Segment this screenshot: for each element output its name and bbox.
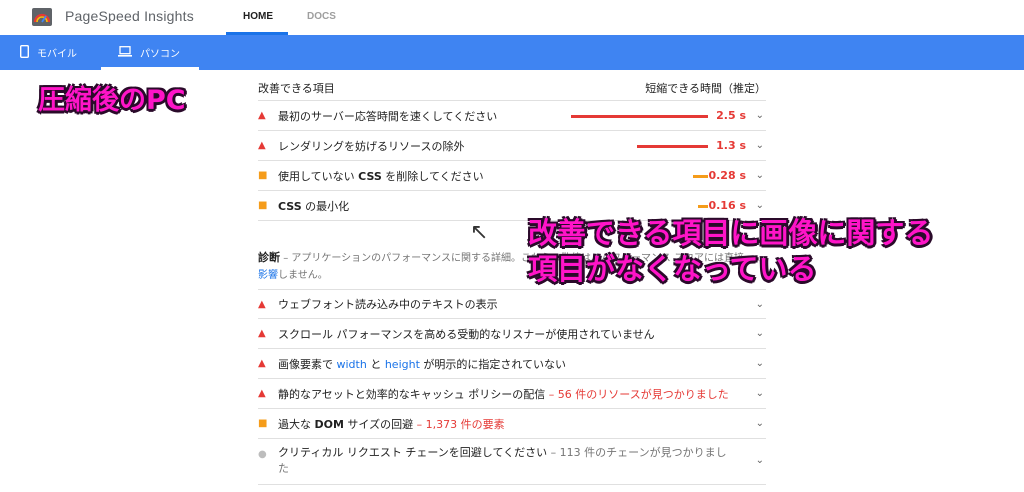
savings-bar <box>693 175 708 178</box>
annotation-arrow: ↖ <box>470 220 489 245</box>
annotation-note: 改善できる項目に画像に関する 項目がなくなっている <box>528 216 934 286</box>
chevron-down-icon[interactable]: ⌄ <box>756 328 764 339</box>
fail-triangle-icon: ▲ <box>258 358 266 369</box>
diagnostics-title: 診断 <box>258 251 280 264</box>
tab-mobile[interactable]: モバイル <box>19 35 77 70</box>
audit-label: 過大な DOM サイズの回避 – 1,373 件の要素 <box>278 417 505 431</box>
chevron-down-icon[interactable]: ⌄ <box>756 418 764 429</box>
impact-link[interactable]: 影響 <box>258 270 278 281</box>
audit-row[interactable]: ■ 過大な DOM サイズの回避 – 1,373 件の要素 ⌄ <box>258 409 766 439</box>
audit-savings: 1.3 s <box>716 139 746 152</box>
audit-label: CSS の最小化 <box>278 199 350 213</box>
audit-label: スクロール パフォーマンスを高める受動的なリスナーが使用されていません <box>278 327 655 341</box>
savings-bar <box>571 115 708 118</box>
chevron-down-icon[interactable]: ⌄ <box>756 200 764 211</box>
chevron-down-icon[interactable]: ⌄ <box>756 358 764 369</box>
nav-tab-home[interactable]: HOME <box>243 11 273 22</box>
average-square-icon: ■ <box>258 418 268 429</box>
audit-savings: 0.16 s <box>708 199 746 212</box>
audit-row[interactable]: ▲ スクロール パフォーマンスを高める受動的なリスナーが使用されていません ⌄ <box>258 319 766 349</box>
laptop-icon <box>118 45 132 60</box>
annotation-title: 圧縮後のPC <box>38 85 186 116</box>
chevron-down-icon[interactable]: ⌄ <box>756 110 764 121</box>
fail-triangle-icon: ▲ <box>258 110 266 121</box>
audit-row[interactable]: ■ 使用していない CSS を削除してください 0.28 s ⌄ <box>258 161 766 191</box>
audit-label: クリティカル リクエスト チェーンを回避してください – 113 件のチェーンが… <box>278 446 727 475</box>
audit-row[interactable]: ● クリティカル リクエスト チェーンを回避してください – 113 件のチェー… <box>258 439 766 485</box>
phone-icon <box>19 44 29 61</box>
fail-triangle-icon: ▲ <box>258 388 266 399</box>
info-circle-icon: ● <box>258 449 267 460</box>
audit-label: ウェブフォント読み込み中のテキストの表示 <box>278 298 498 311</box>
tab-desktop[interactable]: パソコン <box>118 35 180 70</box>
top-bar: PageSpeed Insights HOME DOCS <box>0 0 1024 35</box>
audit-row[interactable]: ▲ ウェブフォント読み込み中のテキストの表示 ⌄ <box>258 289 766 319</box>
chevron-down-icon[interactable]: ⌄ <box>756 388 764 399</box>
audit-row[interactable]: ▲ 画像要素で width と height が明示的に指定されていない ⌄ <box>258 349 766 379</box>
chevron-down-icon[interactable]: ⌄ <box>756 140 764 151</box>
diagnostics-description-end: しません。 <box>278 270 328 281</box>
chevron-down-icon[interactable]: ⌄ <box>756 170 764 181</box>
device-active-indicator <box>101 67 199 70</box>
opportunities-title: 改善できる項目 <box>258 82 335 95</box>
audit-row[interactable]: ▲ レンダリングを妨げるリソースの除外 1.3 s ⌄ <box>258 131 766 161</box>
tab-mobile-label: モバイル <box>37 49 77 60</box>
fail-triangle-icon: ▲ <box>258 298 266 310</box>
audit-savings: 2.5 s <box>716 109 746 122</box>
savings-bar <box>698 205 708 208</box>
chevron-down-icon[interactable]: ⌄ <box>756 455 764 466</box>
app-title: PageSpeed Insights <box>65 8 194 24</box>
fail-triangle-icon: ▲ <box>258 328 266 339</box>
fail-triangle-icon: ▲ <box>258 140 266 151</box>
audit-row[interactable]: ▲ 最初のサーバー応答時間を速くしてください 2.5 s ⌄ <box>258 101 766 131</box>
pagespeed-logo-icon <box>32 8 52 26</box>
average-square-icon: ■ <box>258 200 268 211</box>
audit-label: 静的なアセットと効率的なキャッシュ ポリシーの配信 – 56 件のリソースが見つ… <box>278 387 729 401</box>
nav-tab-docs[interactable]: DOCS <box>307 11 336 22</box>
average-square-icon: ■ <box>258 170 268 181</box>
opportunities-savings-header: 短縮できる時間（推定） <box>645 82 766 95</box>
audit-row[interactable]: ▲ 静的なアセットと効率的なキャッシュ ポリシーの配信 – 56 件のリソースが… <box>258 379 766 409</box>
tab-desktop-label: パソコン <box>140 49 180 60</box>
chevron-down-icon[interactable]: ⌄ <box>756 299 764 310</box>
audit-savings: 0.28 s <box>708 169 746 182</box>
opportunities-header: 改善できる項目 短縮できる時間（推定） <box>258 80 766 100</box>
audit-label: 画像要素で width と height が明示的に指定されていない <box>278 357 567 371</box>
device-bar: モバイル パソコン <box>0 35 1024 70</box>
savings-bar <box>637 145 708 148</box>
